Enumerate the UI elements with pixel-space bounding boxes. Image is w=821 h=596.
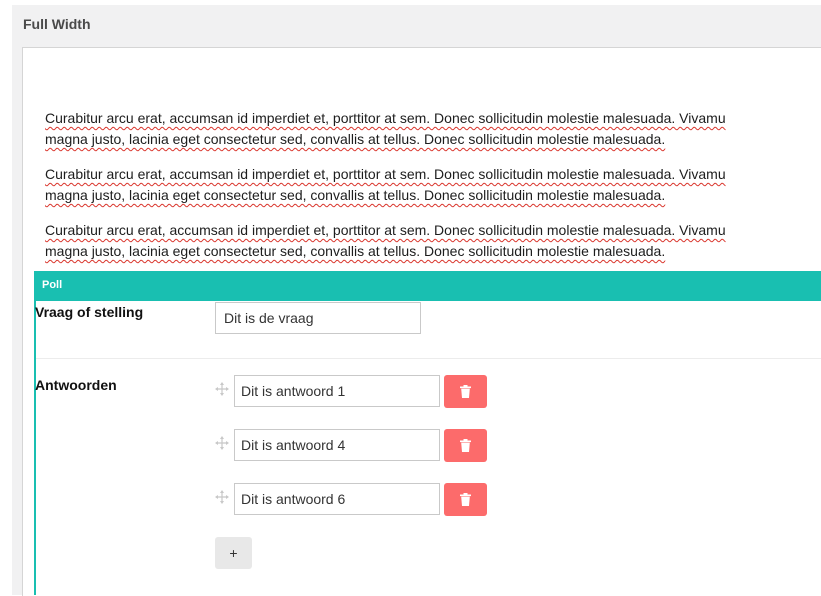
- paragraph-line: Curabitur arcu erat, accumsan id imperdi…: [45, 166, 726, 182]
- question-label: Vraag of stelling: [35, 304, 144, 320]
- answer-input[interactable]: Dit is antwoord 1: [234, 375, 440, 407]
- paragraph[interactable]: Curabitur arcu erat, accumsan id imperdi…: [45, 108, 821, 150]
- paragraph-line: magna justo, lacinia eget consectetur se…: [45, 131, 666, 147]
- poll-header: Poll: [34, 271, 821, 301]
- poll-title: Poll: [42, 279, 63, 291]
- delete-answer-button[interactable]: [444, 429, 487, 462]
- trash-icon: [460, 439, 471, 452]
- paragraph-line: Curabitur arcu erat, accumsan id imperdi…: [45, 110, 726, 126]
- panel-header: Full Width: [12, 5, 821, 48]
- trash-icon: [460, 385, 471, 398]
- paragraph[interactable]: Curabitur arcu erat, accumsan id imperdi…: [45, 164, 821, 206]
- paragraph-line: magna justo, lacinia eget consectetur se…: [45, 243, 666, 259]
- left-gutter: [12, 47, 22, 595]
- question-input[interactable]: Dit is de vraag: [215, 302, 421, 334]
- move-icon[interactable]: [215, 490, 229, 504]
- answer-input[interactable]: Dit is antwoord 4: [234, 429, 440, 461]
- add-answer-button[interactable]: +: [215, 537, 252, 569]
- panel-title: Full Width: [23, 16, 91, 32]
- paragraph[interactable]: Curabitur arcu erat, accumsan id imperdi…: [45, 220, 821, 262]
- paragraph-line: Curabitur arcu erat, accumsan id imperdi…: [45, 222, 726, 238]
- move-icon[interactable]: [215, 436, 229, 450]
- delete-answer-button[interactable]: [444, 483, 487, 516]
- move-icon[interactable]: [215, 382, 229, 396]
- answer-input[interactable]: Dit is antwoord 6: [234, 483, 440, 515]
- answers-label: Antwoorden: [35, 377, 117, 393]
- trash-icon: [460, 493, 471, 506]
- delete-answer-button[interactable]: [444, 375, 487, 408]
- divider: [36, 358, 821, 359]
- paragraph-line: magna justo, lacinia eget consectetur se…: [45, 187, 666, 203]
